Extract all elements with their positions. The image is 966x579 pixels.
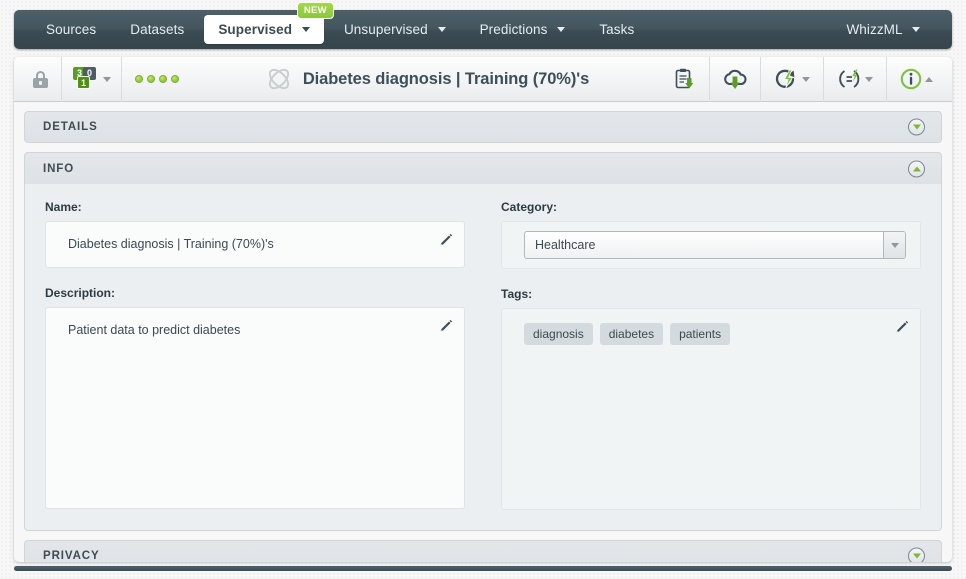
nav-label-supervised: Supervised <box>218 22 293 37</box>
fields-count-icon: 3 0 1 <box>72 67 98 91</box>
category-select[interactable]: Healthcare <box>524 231 906 259</box>
batch-prediction-button[interactable] <box>761 57 824 102</box>
section-header-privacy[interactable]: PRIVACY <box>24 540 942 562</box>
chevron-down-icon <box>865 76 873 82</box>
fields-summary-button[interactable]: 3 0 1 <box>62 57 122 102</box>
description-value: Patient data to predict diabetes <box>68 323 241 337</box>
section-title-info: INFO <box>43 162 75 175</box>
top-navbar: Sources Datasets Supervised NEW Unsuperv… <box>14 2 952 49</box>
description-field-box[interactable]: Patient data to predict diabetes <box>45 307 465 509</box>
section-title-privacy: PRIVACY <box>43 550 100 562</box>
collapse-info-toggle[interactable] <box>908 160 925 177</box>
lock-icon <box>33 70 48 88</box>
category-label: Category: <box>501 200 558 214</box>
section-title-details: DETAILS <box>43 121 98 133</box>
nav-item-supervised[interactable]: Supervised NEW <box>204 2 334 44</box>
model-glyph-icon <box>268 68 289 90</box>
cloud-download-icon <box>724 69 747 89</box>
expand-details-toggle[interactable] <box>908 118 925 136</box>
tag-item[interactable]: diabetes <box>599 323 664 345</box>
accordion-area: DETAILS INFO Name: Diabetes diagnosis | … <box>14 102 952 562</box>
section-body-info: Name: Diabetes diagnosis | Training (70%… <box>24 184 942 531</box>
nav-item-sources[interactable]: Sources <box>32 16 110 43</box>
chevron-down-icon <box>912 124 921 130</box>
chevron-up-icon <box>912 166 921 171</box>
chevron-down-icon <box>301 27 310 32</box>
nav-item-tasks[interactable]: Tasks <box>585 16 648 43</box>
nav-label-tasks: Tasks <box>599 22 635 37</box>
progress-dot <box>147 75 155 83</box>
chevron-down-icon <box>912 553 921 559</box>
info-icon <box>900 68 922 90</box>
edit-name-pencil-icon[interactable] <box>439 233 453 247</box>
progress-dots-group <box>135 75 179 83</box>
status-dots <box>122 57 192 102</box>
nav-label-predictions: Predictions <box>479 22 548 37</box>
resource-title-block: Diabetes diagnosis | Training (70%)'s <box>192 65 662 93</box>
nav-item-datasets[interactable]: Datasets <box>116 16 198 43</box>
nav-label-unsupervised: Unsupervised <box>343 22 428 37</box>
chevron-down-icon <box>802 76 810 82</box>
nav-right-group: WhizzML <box>832 16 934 43</box>
new-badge: NEW <box>296 2 334 19</box>
evaluation-icon <box>839 69 860 88</box>
category-select-arrow[interactable] <box>883 232 905 258</box>
footer-bar <box>14 566 952 571</box>
nav-label-whizzml: WhizzML <box>846 22 903 37</box>
edit-tags-pencil-icon[interactable] <box>895 320 909 334</box>
chevron-up-icon <box>925 76 933 82</box>
chevron-down-icon <box>912 27 920 32</box>
download-clipboard-icon <box>675 68 694 89</box>
tag-item[interactable]: patients <box>670 323 731 345</box>
nav-label-sources: Sources <box>46 22 97 37</box>
name-label: Name: <box>45 200 82 214</box>
nav-label-datasets: Datasets <box>130 22 185 37</box>
nav-item-unsupervised[interactable]: Unsupervised <box>330 16 460 43</box>
nav-item-list: Sources Datasets Supervised NEW Unsuperv… <box>32 2 654 44</box>
cloud-download-button[interactable] <box>710 57 761 102</box>
name-value: Diabetes diagnosis | Training (70%)'s <box>68 237 274 251</box>
expand-privacy-toggle[interactable] <box>908 547 925 562</box>
progress-dot <box>171 75 179 83</box>
edit-description-pencil-icon[interactable] <box>439 319 453 333</box>
tags-label: Tags: <box>501 287 533 301</box>
chevron-down-icon <box>437 27 446 32</box>
chevron-down-icon <box>557 27 566 32</box>
batch-prediction-icon <box>775 69 795 89</box>
nav-item-whizzml[interactable]: WhizzML <box>832 16 934 43</box>
page-title: Diabetes diagnosis | Training (70%)'s <box>302 69 590 88</box>
progress-dot <box>135 75 143 83</box>
tags-field-box[interactable]: diagnosis diabetes patients <box>501 308 921 510</box>
tag-item[interactable]: diagnosis <box>524 323 593 345</box>
chevron-down-icon <box>103 76 111 82</box>
section-header-info[interactable]: INFO <box>24 152 942 184</box>
chevron-down-icon <box>890 242 899 248</box>
privacy-lock-button[interactable] <box>20 57 62 102</box>
description-label: Description: <box>45 286 116 300</box>
main-panel: 3 0 1 Diabetes diagnosis | Training (70%… <box>14 57 952 562</box>
info-left-column: Name: Diabetes diagnosis | Training (70%… <box>45 200 465 510</box>
download-clipboard-button[interactable] <box>662 57 710 102</box>
tag-list: diagnosis diabetes patients <box>524 323 886 345</box>
category-selected-value: Healthcare <box>535 238 596 252</box>
progress-dot <box>159 75 167 83</box>
section-header-details[interactable]: DETAILS <box>24 111 942 143</box>
category-field-box: Healthcare <box>501 221 921 269</box>
nav-item-predictions[interactable]: Predictions <box>466 16 580 43</box>
fields-objective-count: 1 <box>77 76 90 89</box>
evaluation-button[interactable] <box>824 57 887 102</box>
info-button[interactable] <box>887 57 946 102</box>
resource-toolbar: 3 0 1 Diabetes diagnosis | Training (70%… <box>14 57 952 102</box>
info-right-column: Category: Healthcare Tags: diagnosis dia… <box>501 200 921 510</box>
name-field-box[interactable]: Diabetes diagnosis | Training (70%)'s <box>45 221 465 268</box>
